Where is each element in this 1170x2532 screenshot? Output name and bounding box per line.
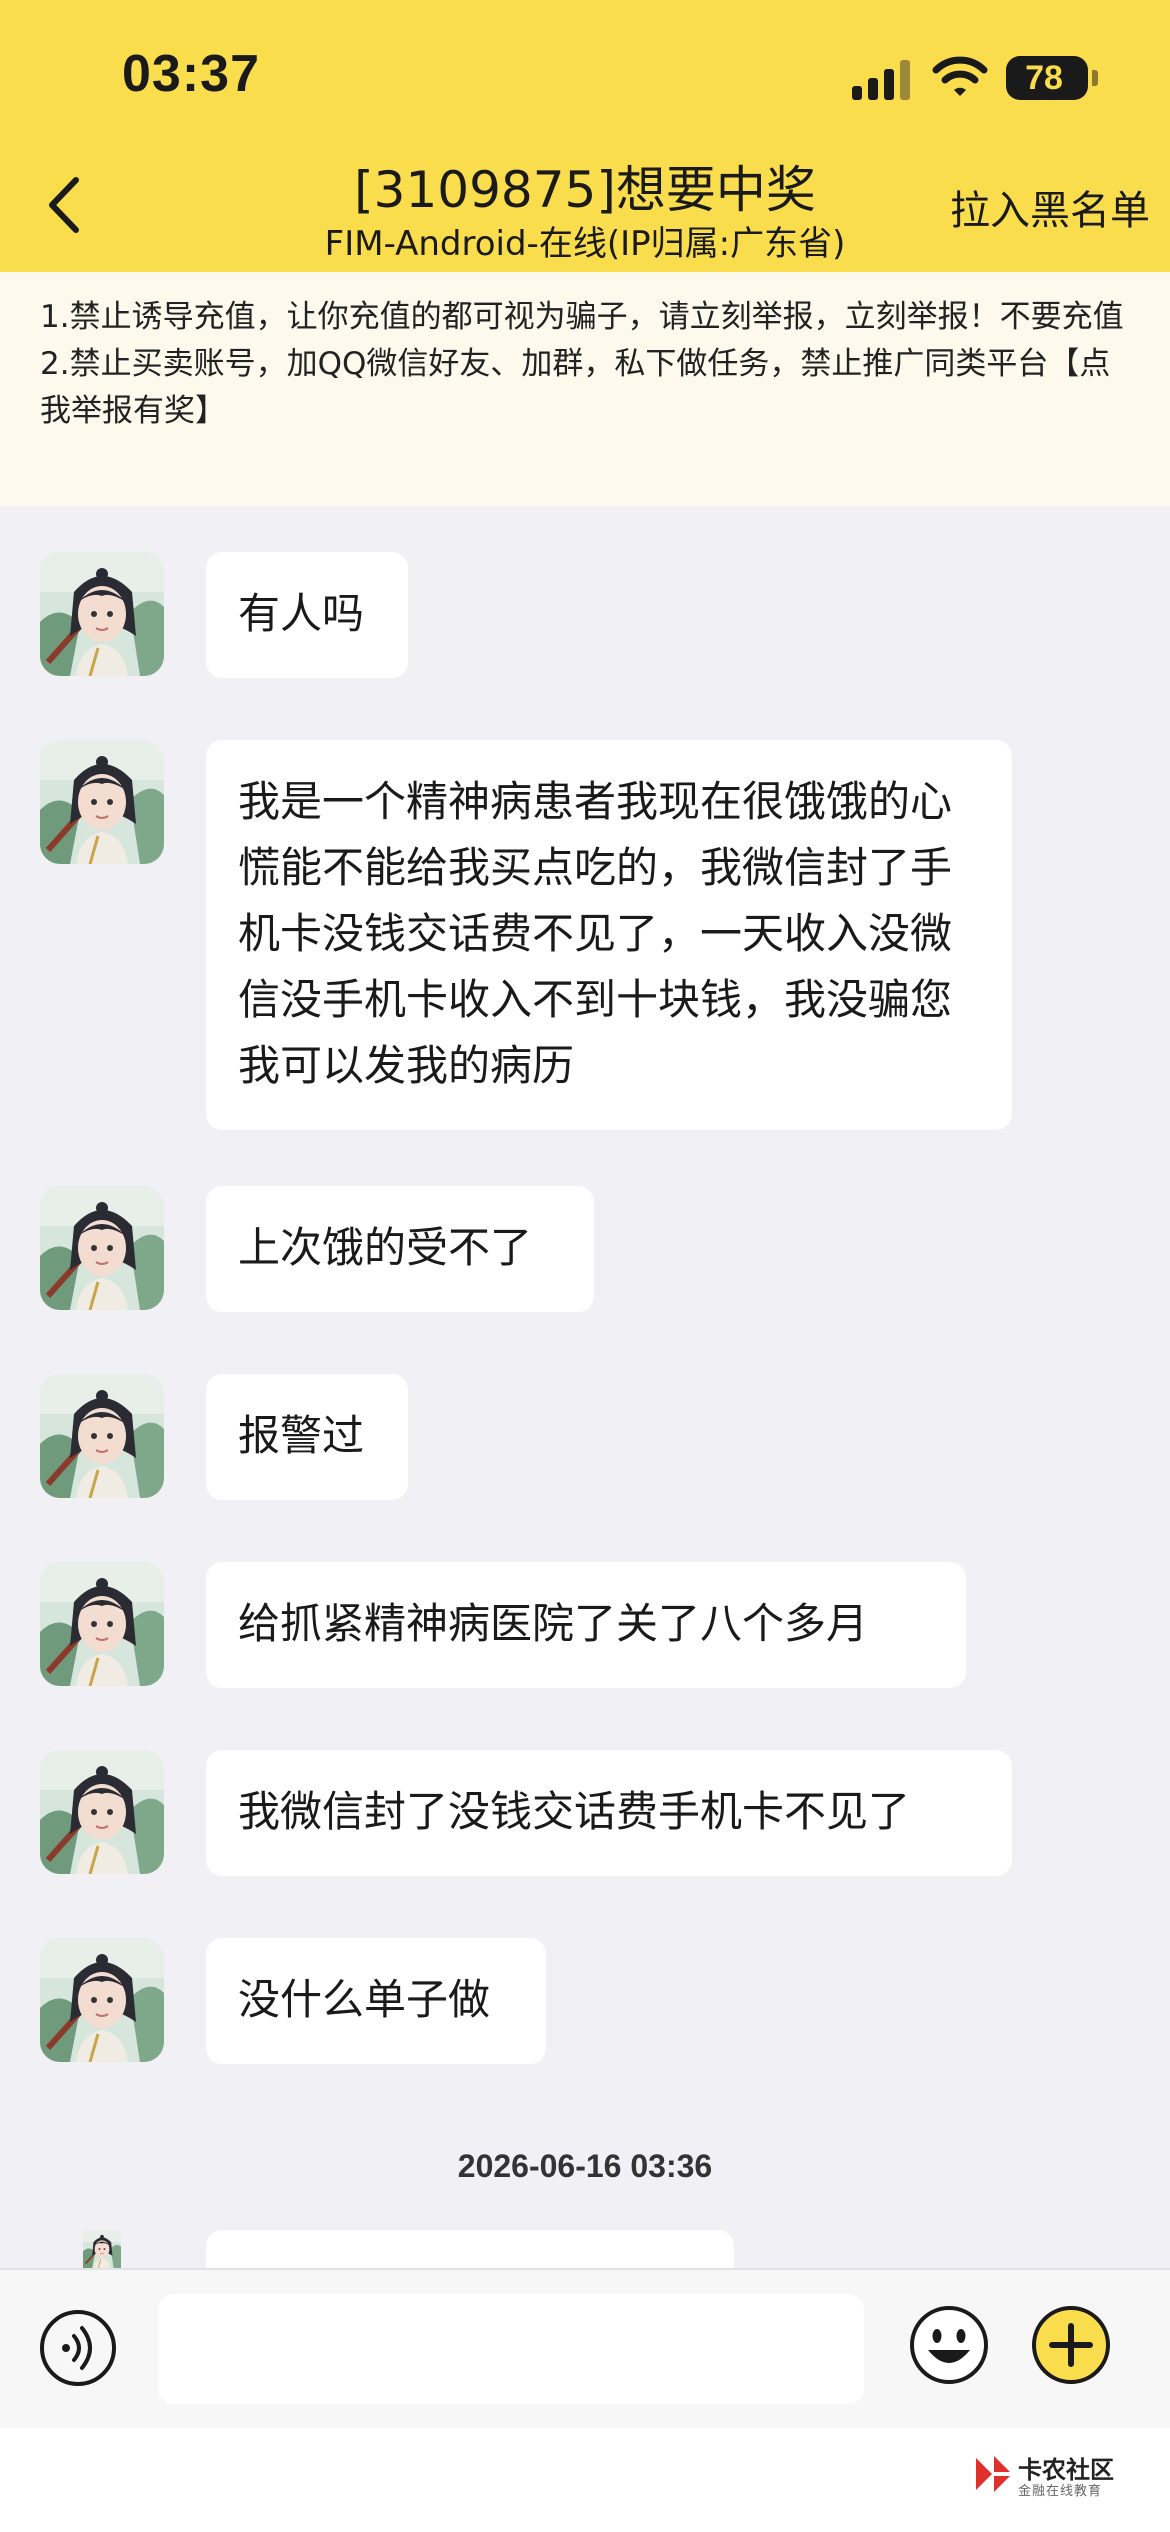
sender-avatar[interactable] [40,1562,164,1686]
message-bubble[interactable]: 我微信封了没钱交话费手机卡不见了 [206,1750,1012,1876]
message-bubble[interactable]: 没什么单子做 [206,1938,546,2064]
battery-cap-icon [1092,70,1098,86]
chat-subtitle: FIM-Android-在线(IP归属:广东省) [324,224,846,264]
plus-icon[interactable] [1030,2304,1112,2386]
message-bubble[interactable]: 上次饿的受不了 [206,1186,594,1312]
chat-title: [3109875]想要中奖 [354,161,816,219]
status-time: 03:37 [122,45,260,103]
blacklist-button[interactable]: 拉入黑名单 [910,178,1150,236]
chat-header: 03:37 78 [3109875]想要中奖 FIM-Android-在线(IP… [0,0,1170,272]
message-bubble[interactable]: 给抓紧精神病医院了关了八个多月 [206,1562,966,1688]
cellular-signal-icon [852,60,910,100]
battery-level: 78 [1025,59,1063,97]
message-bubble-partial[interactable] [206,2230,734,2268]
sender-avatar[interactable] [40,1374,164,1498]
message-input[interactable] [158,2294,864,2404]
kanong-logo-icon [976,2456,1010,2492]
message-bubble[interactable]: 报警过 [206,1374,408,1500]
notice-line-2[interactable]: 2.禁止买卖账号，加QQ微信好友、加群，私下做任务，禁止推广同类平台【点我举报有… [40,341,1130,435]
notice-line-1: 1.禁止诱导充值，让你充值的都可视为骗子，请立刻举报，立刻举报！不要充值 [40,299,1124,335]
battery-indicator: 78 [1006,56,1088,100]
sender-avatar[interactable] [40,1938,164,2062]
sender-avatar[interactable] [40,2230,164,2268]
sender-avatar[interactable] [40,1750,164,1874]
emoji-icon[interactable] [908,2304,990,2386]
message-bubble[interactable]: 我是一个精神病患者我现在很饿饿的心慌能不能给我买点吃的，我微信封了手机卡没钱交话… [206,740,1012,1130]
watermark-subtitle: 金融在线教育 [1018,2484,1103,2499]
message-bubble[interactable]: 有人吗 [206,552,408,678]
sender-avatar[interactable] [40,1186,164,1310]
back-chevron-icon[interactable] [40,170,90,240]
sender-avatar[interactable] [40,552,164,676]
watermark: 卡农社区 金融在线教育 [972,2446,1152,2506]
notice-banner[interactable]: 1.禁止诱导充值，让你充值的都可视为骗子，请立刻举报，立刻举报！不要充值 2.禁… [0,272,1170,506]
wifi-icon [932,56,988,96]
voice-icon[interactable] [38,2308,118,2388]
message-timestamp: 2026-06-16 03:36 [457,2148,713,2184]
sender-avatar[interactable] [40,740,164,864]
